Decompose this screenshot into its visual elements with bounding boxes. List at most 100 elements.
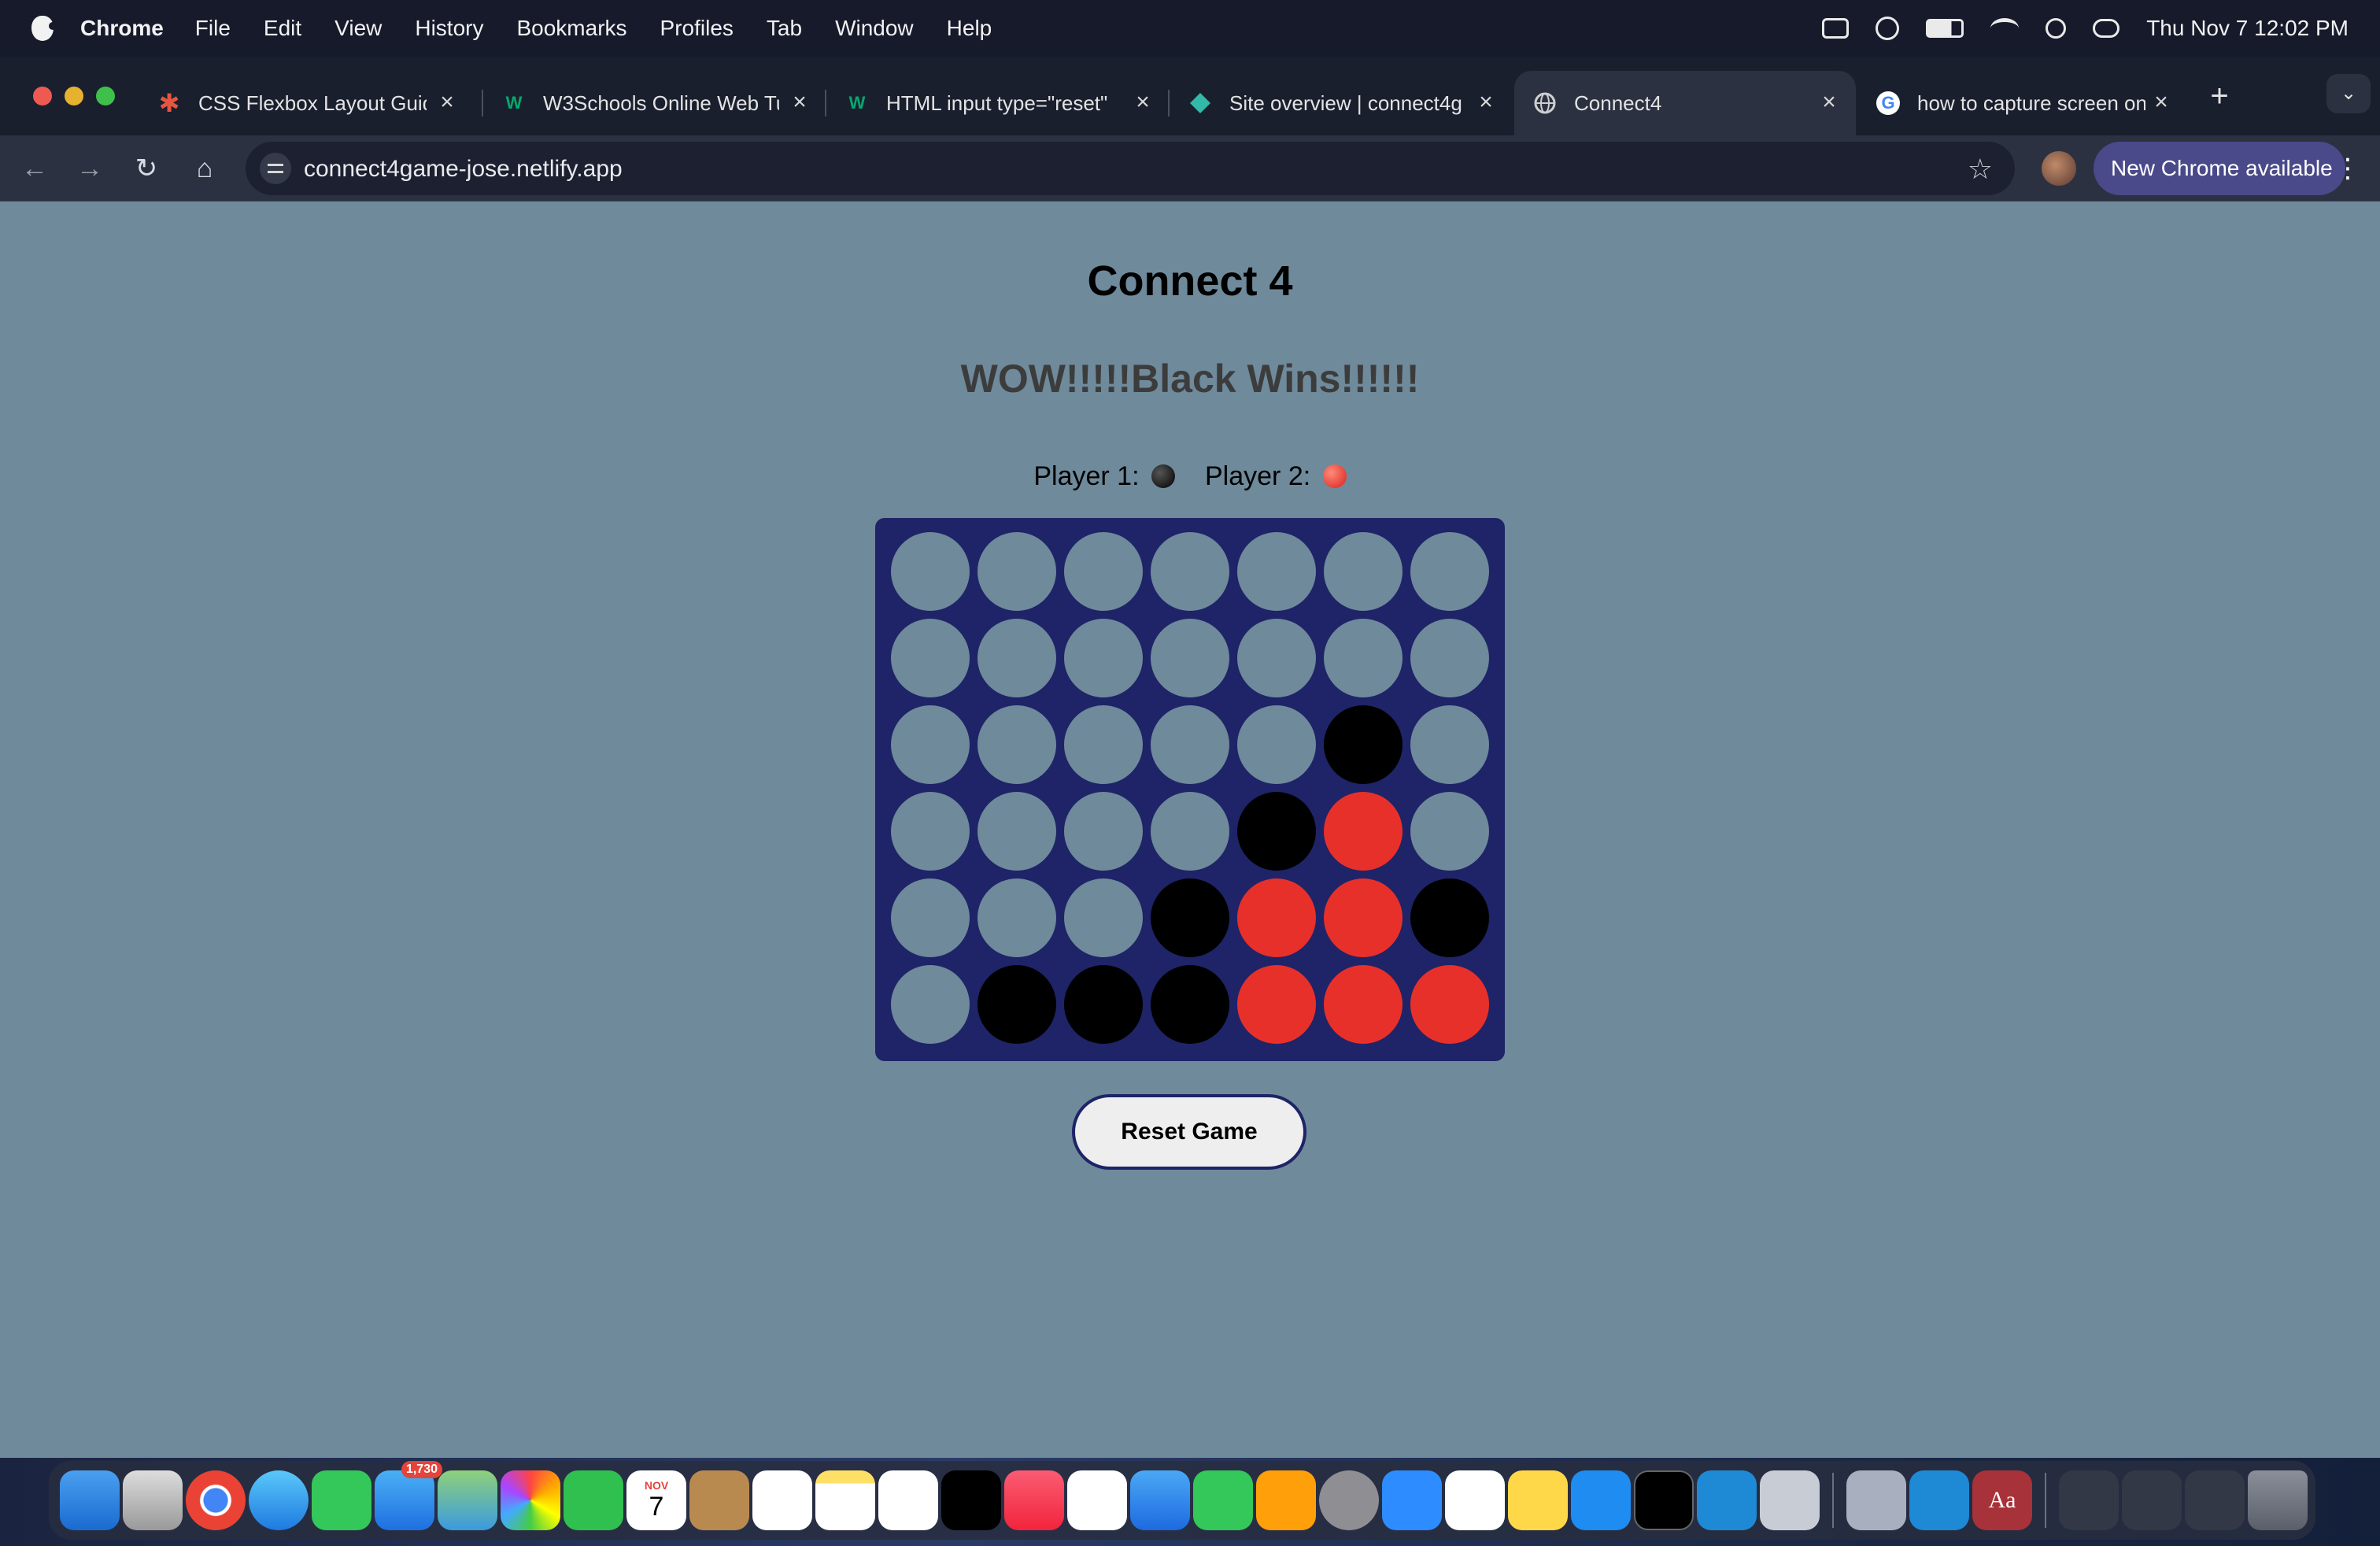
vscode-recent-icon[interactable] (1909, 1470, 1969, 1530)
tab-google-search[interactable]: G how to capture screen on × (1857, 71, 2188, 135)
close-tab-icon[interactable]: × (787, 90, 812, 115)
zoom-icon[interactable] (1382, 1470, 1442, 1530)
zoom-window-button[interactable] (96, 87, 115, 105)
close-tab-icon[interactable]: × (1816, 90, 1842, 115)
close-tab-icon[interactable]: × (2149, 90, 2174, 115)
board-cell-empty[interactable] (978, 792, 1056, 871)
battery-icon[interactable] (1926, 19, 1964, 38)
board-cell-red[interactable] (1237, 878, 1316, 957)
tab-html-reset[interactable]: W HTML input type="reset" × (826, 71, 1170, 135)
board-cell-empty[interactable] (1324, 619, 1402, 697)
minimized-window-icon[interactable] (2059, 1470, 2119, 1530)
board-cell-black[interactable] (1410, 878, 1489, 957)
simulator-icon[interactable] (1760, 1470, 1820, 1530)
menu-view[interactable]: View (334, 16, 382, 41)
apple-menu-icon[interactable] (31, 16, 57, 41)
board-cell-empty[interactable] (1064, 792, 1143, 871)
spotlight-search-icon[interactable] (2046, 18, 2067, 39)
board-cell-empty[interactable] (891, 878, 970, 957)
board-cell-empty[interactable] (1237, 705, 1316, 784)
minimized-window-icon[interactable] (2185, 1470, 2245, 1530)
board-cell-empty[interactable] (1151, 532, 1229, 611)
chrome-icon[interactable] (186, 1470, 246, 1530)
vscode-icon[interactable] (1697, 1470, 1757, 1530)
minimize-window-button[interactable] (65, 87, 83, 105)
board-cell-black[interactable] (1237, 792, 1316, 871)
photos-icon[interactable] (501, 1470, 560, 1530)
close-tab-icon[interactable]: × (434, 90, 460, 115)
new-tab-icon[interactable]: + (2204, 80, 2235, 112)
mail-icon[interactable]: 1,730 (375, 1461, 442, 1530)
news-icon[interactable] (1067, 1470, 1127, 1530)
menu-history[interactable]: History (415, 16, 483, 41)
tab-search-chevron-icon[interactable]: ⌄ (2326, 74, 2371, 113)
site-info-icon[interactable] (260, 153, 291, 184)
board-cell-empty[interactable] (891, 619, 970, 697)
board-cell-empty[interactable] (1064, 878, 1143, 957)
board-cell-empty[interactable] (1410, 532, 1489, 611)
safari-icon[interactable] (249, 1470, 309, 1530)
maps-icon[interactable] (438, 1470, 497, 1530)
board-cell-empty[interactable] (978, 619, 1056, 697)
board-cell-empty[interactable] (891, 965, 970, 1044)
board-cell-empty[interactable] (1324, 532, 1402, 611)
board-cell-empty[interactable] (978, 878, 1056, 957)
preview-icon[interactable] (1846, 1470, 1906, 1530)
stickies-icon[interactable] (1508, 1470, 1568, 1530)
menu-window[interactable]: Window (835, 16, 914, 41)
menu-help[interactable]: Help (947, 16, 992, 41)
close-window-button[interactable] (33, 87, 52, 105)
freeform-icon[interactable] (878, 1470, 938, 1530)
board-cell-red[interactable] (1410, 965, 1489, 1044)
reload-icon[interactable]: ↻ (129, 151, 164, 186)
board-cell-red[interactable] (1237, 965, 1316, 1044)
board-cell-empty[interactable] (1237, 532, 1316, 611)
finder-icon[interactable] (60, 1470, 120, 1530)
board-cell-red[interactable] (1324, 878, 1402, 957)
contacts-icon[interactable] (689, 1470, 749, 1530)
board-cell-empty[interactable] (1064, 532, 1143, 611)
reset-game-button[interactable]: Reset Game (1072, 1094, 1306, 1170)
board-cell-red[interactable] (1324, 965, 1402, 1044)
wifi-icon[interactable] (1990, 18, 2020, 39)
calendar-icon[interactable]: NOV 7 (626, 1470, 686, 1530)
board-cell-red[interactable] (1324, 792, 1402, 871)
board-cell-empty[interactable] (1410, 619, 1489, 697)
menu-file[interactable]: File (195, 16, 231, 41)
board-cell-empty[interactable] (1151, 619, 1229, 697)
board-cell-empty[interactable] (1410, 792, 1489, 871)
numbers-icon[interactable] (1193, 1470, 1253, 1530)
notes-icon[interactable] (815, 1470, 875, 1530)
system-settings-icon[interactable] (1319, 1470, 1379, 1530)
pages-icon[interactable] (1256, 1470, 1316, 1530)
terminal-icon[interactable] (1634, 1470, 1694, 1530)
keyboard-icon[interactable] (1822, 18, 1850, 39)
music-icon[interactable] (1004, 1470, 1064, 1530)
launchpad-icon[interactable] (123, 1470, 183, 1530)
board-cell-empty[interactable] (978, 532, 1056, 611)
messages-icon[interactable] (312, 1470, 371, 1530)
tab-css-flexbox[interactable]: ✱ CSS Flexbox Layout Guide × (139, 71, 474, 135)
board-cell-black[interactable] (1324, 705, 1402, 784)
apple-tv-icon[interactable] (941, 1470, 1001, 1530)
slack-icon[interactable] (1445, 1470, 1505, 1530)
board-cell-empty[interactable] (1064, 705, 1143, 784)
control-center-icon[interactable] (2093, 19, 2120, 38)
board-cell-black[interactable] (978, 965, 1056, 1044)
tab-connect4[interactable]: Connect4 × (1514, 71, 1856, 135)
menu-app-name[interactable]: Chrome (80, 16, 164, 41)
board-cell-empty[interactable] (1064, 619, 1143, 697)
new-chrome-available-button[interactable]: New Chrome available (2094, 142, 2345, 195)
board-cell-empty[interactable] (891, 705, 970, 784)
profile-avatar[interactable] (2042, 151, 2076, 186)
menu-clock[interactable]: Thu Nov 7 12:02 PM (2146, 16, 2349, 41)
app-store-icon[interactable] (1571, 1470, 1631, 1530)
address-bar[interactable]: connect4game-jose.netlify.app ☆ (246, 142, 2015, 195)
play-icon[interactable] (1876, 17, 1900, 40)
board-cell-empty[interactable] (1151, 792, 1229, 871)
forward-arrow-icon[interactable]: → (72, 151, 107, 186)
reminders-icon[interactable] (752, 1470, 812, 1530)
back-arrow-icon[interactable]: ← (17, 151, 52, 186)
board-cell-empty[interactable] (1237, 619, 1316, 697)
url-text[interactable]: connect4game-jose.netlify.app (304, 156, 623, 183)
